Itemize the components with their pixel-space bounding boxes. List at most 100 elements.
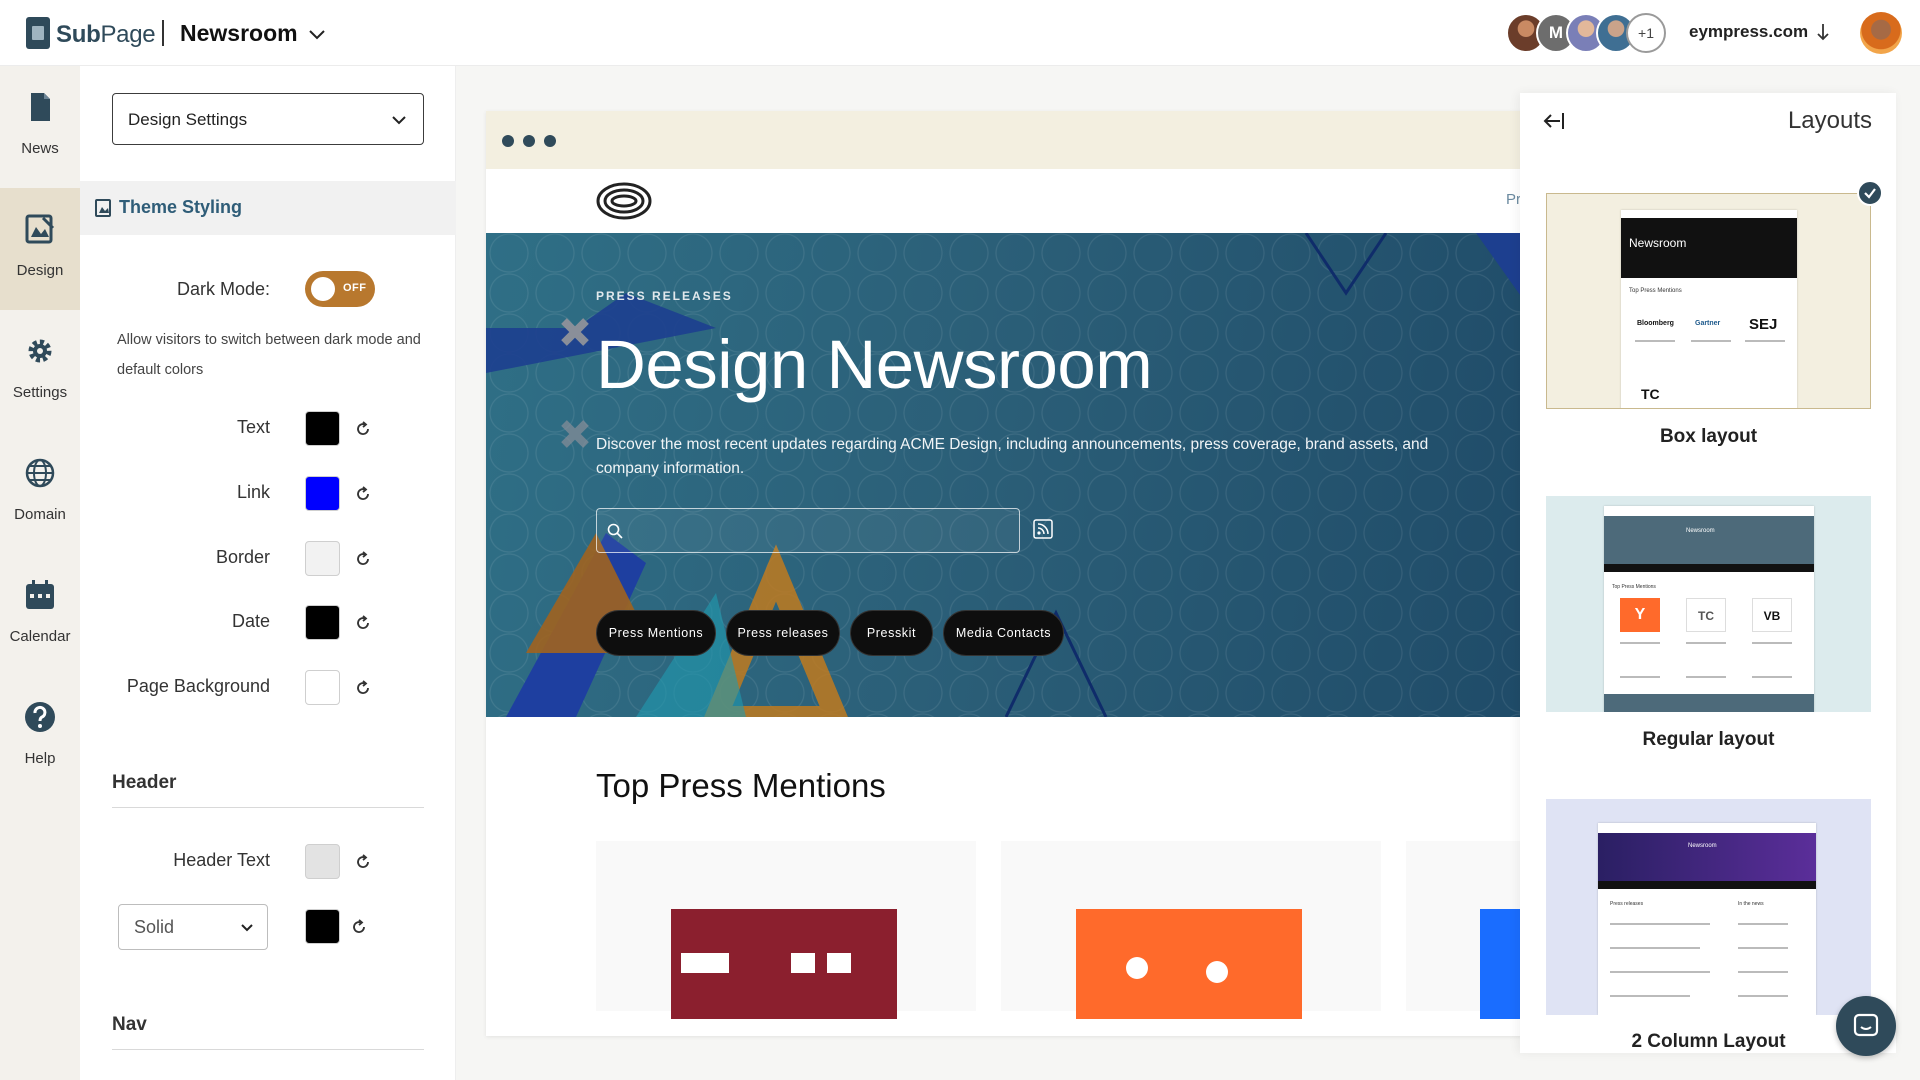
date-color-swatch[interactable]	[305, 605, 340, 640]
domain-selector[interactable]: eympress.com	[1689, 22, 1808, 42]
reset-icon[interactable]	[354, 614, 372, 632]
nav-label: Calendar	[9, 628, 71, 645]
header-style-select[interactable]: Solid	[118, 904, 268, 950]
mini-section: Top Press Mentions	[1629, 288, 1682, 294]
chat-support-button[interactable]	[1836, 996, 1896, 1056]
selected-check-icon	[1857, 180, 1883, 206]
mini-line	[1686, 676, 1726, 678]
mini-section: In the news	[1738, 901, 1764, 907]
reset-icon[interactable]	[354, 550, 372, 568]
header-text-color-swatch[interactable]	[305, 844, 340, 879]
nav-label: Settings	[12, 384, 68, 401]
chevron-down-icon[interactable]	[308, 25, 326, 43]
user-avatar[interactable]	[1860, 12, 1902, 54]
window-dot-icon	[544, 135, 556, 147]
mini-line	[1738, 923, 1788, 925]
reset-icon[interactable]	[354, 679, 372, 697]
two-column-layout-thumbnail[interactable]: Newsroom Press releases In the news	[1546, 799, 1871, 1015]
mini-line	[1752, 642, 1792, 644]
document-icon	[31, 93, 50, 121]
mini-logo-gartner: Gartner	[1695, 320, 1721, 327]
box-layout-thumbnail[interactable]: Newsroom Top Press Mentions Bloomberg Ga…	[1546, 193, 1871, 409]
color-label-date: Date	[231, 611, 270, 631]
header-text-label: Header Text	[173, 850, 270, 870]
box-layout-label[interactable]: Box layout	[1546, 426, 1871, 448]
reset-icon[interactable]	[350, 918, 368, 936]
press-releases-button[interactable]: Press releases	[726, 610, 840, 656]
mini-nav	[1598, 881, 1816, 889]
project-title[interactable]: Newsroom	[180, 20, 298, 47]
nav-item-calendar[interactable]: Calendar	[0, 554, 80, 676]
mini-line	[1620, 676, 1660, 678]
regular-layout-label[interactable]: Regular layout	[1546, 729, 1871, 751]
brand-name[interactable]: SubPage	[56, 21, 156, 49]
mini-line	[1686, 642, 1726, 644]
gear-icon	[28, 339, 52, 363]
arrow-down-icon[interactable]	[1816, 21, 1830, 43]
mini-logo-vb: VB	[1752, 598, 1792, 632]
header-background-swatch[interactable]	[305, 909, 340, 944]
site-nav-link[interactable]: Pr	[1506, 191, 1521, 208]
more-collaborators-badge[interactable]: +1	[1626, 13, 1666, 53]
text-color-swatch[interactable]	[305, 411, 340, 446]
newsroom-preview: Pr PRESS RELEASES Design Newsroom Discov…	[486, 111, 1540, 1036]
dark-mode-toggle[interactable]: OFF	[305, 271, 375, 307]
nav-item-news[interactable]: News	[0, 66, 80, 188]
reset-icon[interactable]	[354, 420, 372, 438]
chevron-down-icon	[392, 116, 406, 125]
collapse-panel-icon[interactable]	[1542, 109, 1566, 133]
press-mention-logo	[1076, 909, 1302, 1019]
nav-item-design[interactable]: Design	[0, 188, 80, 310]
hero-description: Discover the most recent updates regardi…	[596, 436, 1429, 477]
mini-line	[1738, 995, 1788, 997]
settings-dropdown[interactable]: Design Settings	[112, 93, 424, 145]
subpage-logo-icon[interactable]	[26, 17, 50, 49]
color-label-link: Link	[236, 482, 270, 502]
collaborator-avatars[interactable]: M +1	[1506, 13, 1666, 53]
mini-logo-tc: TC	[1686, 598, 1726, 632]
link-color-swatch[interactable]	[305, 476, 340, 511]
section-heading: Top Press Mentions	[596, 767, 886, 804]
page-background-swatch[interactable]	[305, 670, 340, 705]
mini-line	[1610, 923, 1710, 925]
company-logo-icon[interactable]	[596, 182, 652, 220]
presskit-button[interactable]: Presskit	[850, 610, 933, 656]
dark-mode-help: Allow visitors to switch between dark mo…	[117, 332, 421, 378]
nav-item-settings[interactable]: Settings	[0, 310, 80, 432]
border-color-swatch[interactable]	[305, 541, 340, 576]
two-column-layout-label[interactable]: 2 Column Layout	[1546, 1031, 1871, 1053]
mini-line	[1745, 340, 1785, 342]
nav-item-help[interactable]: Help	[0, 676, 80, 798]
theme-styling-section[interactable]: Theme Styling	[80, 181, 456, 235]
mini-page: Newsroom Top Press Mentions Bloomberg Ga…	[1621, 210, 1797, 408]
newsroom-search-input[interactable]	[596, 508, 1020, 553]
mini-line	[1610, 947, 1700, 949]
nav-label: Domain	[14, 506, 66, 523]
mini-title: Newsroom	[1688, 843, 1717, 849]
hero-title: Design Newsroom	[596, 326, 1153, 403]
mini-logo-sej: SEJ	[1749, 316, 1778, 333]
section-title: Theme Styling	[119, 197, 243, 217]
calendar-icon	[26, 580, 54, 609]
mini-line	[1738, 947, 1788, 949]
layouts-title: Layouts	[1787, 107, 1872, 134]
rss-icon[interactable]	[1033, 519, 1053, 539]
reset-icon[interactable]	[354, 853, 372, 871]
mini-line	[1610, 971, 1710, 973]
window-dot-icon	[523, 135, 535, 147]
media-contacts-button[interactable]: Media Contacts	[943, 610, 1064, 656]
logo-shape	[681, 953, 729, 973]
regular-layout-thumbnail[interactable]: Newsroom Top Press Mentions Y TC VB	[1546, 496, 1871, 712]
brand-divider	[162, 20, 164, 46]
hero-section: PRESS RELEASES Design Newsroom Discover …	[486, 233, 1540, 717]
settings-dropdown-value: Design Settings	[128, 110, 248, 129]
reset-icon[interactable]	[354, 485, 372, 503]
press-mentions-button[interactable]: Press Mentions	[596, 610, 716, 656]
mini-logo-tc: TC	[1641, 386, 1660, 402]
nav-item-domain[interactable]: Domain	[0, 432, 80, 554]
nav-label: Help	[24, 750, 56, 767]
mini-line	[1738, 971, 1788, 973]
nav-group-title: Nav	[112, 1014, 147, 1035]
browser-chrome	[486, 111, 1540, 169]
mini-header	[1604, 516, 1814, 564]
